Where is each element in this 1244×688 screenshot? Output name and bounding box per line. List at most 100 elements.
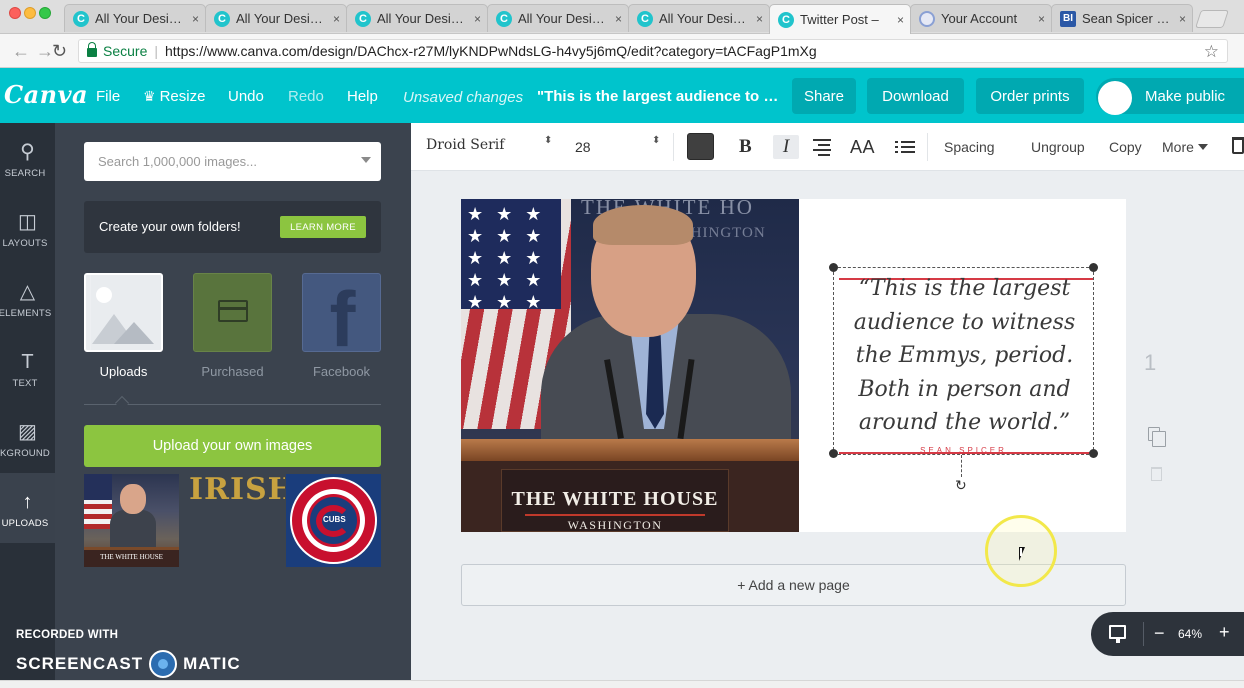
design-title[interactable]: "This is the largest audience to witness…	[537, 88, 781, 105]
uploaded-image-irish[interactable]: IRISH	[189, 473, 285, 507]
browser-tab[interactable]: Your Account ×	[910, 4, 1052, 32]
size-stepper-icon[interactable]: ⬍	[652, 136, 660, 146]
browser-tab[interactable]: BI Sean Spicer me ×	[1051, 4, 1193, 32]
rotate-icon[interactable]: ↻	[955, 477, 967, 494]
window-zoom-button[interactable]	[39, 7, 51, 19]
url-text[interactable]: https://www.canva.com/design/DAChcx-r27M…	[165, 43, 817, 59]
zoom-out-button[interactable]: −	[1154, 623, 1165, 644]
figure-hair	[593, 205, 693, 245]
chevron-down-icon[interactable]	[361, 157, 371, 163]
copy-button[interactable]: Copy	[1109, 139, 1142, 155]
window-close-button[interactable]	[9, 7, 21, 19]
download-button[interactable]: Download	[867, 78, 964, 114]
share-button[interactable]: Share	[792, 78, 856, 114]
spicer-photo[interactable]: ★ ★ ★ ★ ★ ★ ★ ★ ★ ★ ★ ★ ★ ★ ★ ★ ★ ★ THE …	[461, 199, 799, 532]
url-field[interactable]: Secure | https://www.canva.com/design/DA…	[78, 39, 1228, 63]
duplicate-page-icon[interactable]	[1148, 427, 1166, 447]
font-family-select[interactable]: Droid Serif	[426, 137, 504, 153]
folder-label-uploads[interactable]: Uploads	[84, 364, 163, 379]
editor-area: Droid Serif ⬍ 28 ⬍ B I AA Spacing Ungrou…	[411, 123, 1244, 688]
folder-facebook[interactable]: f	[302, 273, 381, 358]
order-prints-button[interactable]: Order prints	[976, 78, 1084, 114]
resize-handle[interactable]	[829, 263, 838, 272]
window-minimize-button[interactable]	[24, 7, 36, 19]
canva-logo[interactable]: Canva	[4, 80, 88, 109]
close-icon[interactable]: ×	[474, 12, 481, 26]
menu-file[interactable]: File	[96, 88, 120, 105]
divider	[84, 404, 381, 405]
recorder-watermark-top: RECORDED WITH	[16, 629, 119, 641]
bookmark-star-icon[interactable]: ☆	[1204, 42, 1219, 62]
podium-plaque: THE WHITE HOUSE WASHINGTON	[501, 469, 729, 532]
rail-item-search[interactable]: ⚲ SEARCH	[0, 123, 55, 193]
resize-handle[interactable]	[829, 449, 838, 458]
font-stepper-icon[interactable]: ⬍	[544, 136, 552, 146]
zoom-level[interactable]: 64%	[1178, 627, 1202, 641]
menu-help[interactable]: Help	[347, 88, 378, 105]
browser-tab[interactable]: C All Your Designs ×	[205, 4, 347, 32]
folder-purchased[interactable]	[193, 273, 272, 352]
image-search-input[interactable]: Search 1,000,000 images...	[84, 142, 381, 181]
text-color-swatch[interactable]	[687, 133, 714, 160]
upload-images-button[interactable]: Upload your own images	[84, 425, 381, 467]
resize-handle[interactable]	[1089, 449, 1098, 458]
new-tab-button[interactable]	[1195, 10, 1229, 28]
quote-text[interactable]: “This is the largest audience to witness…	[834, 272, 1095, 440]
close-icon[interactable]: ×	[615, 12, 622, 26]
resize-handle[interactable]	[1089, 263, 1098, 272]
learn-more-button[interactable]: LEARN MORE	[280, 216, 366, 238]
figure-body	[110, 510, 156, 550]
browser-tab[interactable]: C All Your Designs ×	[64, 4, 206, 32]
menu-resize[interactable]: ♛ Resize	[143, 88, 205, 105]
mouse-pointer-icon	[1019, 547, 1025, 561]
tab-label: All Your Designs	[377, 11, 468, 26]
present-icon[interactable]	[1109, 625, 1126, 643]
folder-label-purchased[interactable]: Purchased	[193, 364, 272, 379]
menu-resize-label: Resize	[159, 88, 206, 105]
zoom-in-button[interactable]: +	[1219, 622, 1230, 643]
close-icon[interactable]: ×	[1038, 12, 1045, 26]
browser-tab-active[interactable]: C Twitter Post – ×	[769, 4, 911, 34]
close-icon[interactable]: ×	[333, 12, 340, 26]
toggle-knob[interactable]	[1098, 81, 1132, 115]
browser-tab[interactable]: C All Your Designs ×	[346, 4, 488, 32]
close-icon[interactable]: ×	[192, 12, 199, 26]
uploaded-image-spicer[interactable]: THE WHITE HOUSE	[84, 474, 179, 567]
delete-page-icon[interactable]	[1151, 467, 1162, 481]
browser-tab[interactable]: C All Your Designs ×	[628, 4, 770, 32]
more-button[interactable]: More	[1162, 139, 1208, 155]
facebook-icon: f	[329, 275, 356, 363]
menu-redo[interactable]: Redo	[288, 88, 324, 105]
close-icon[interactable]: ×	[897, 13, 904, 27]
recorder-watermark: SCREENCAST MATIC	[16, 650, 241, 678]
italic-button[interactable]: I	[773, 135, 799, 159]
design-canvas[interactable]: ★ ★ ★ ★ ★ ★ ★ ★ ★ ★ ★ ★ ★ ★ ★ ★ ★ ★ THE …	[461, 199, 1126, 532]
font-size-input[interactable]: 28	[575, 139, 591, 155]
chevron-down-icon	[1197, 144, 1208, 150]
rail-item-uploads[interactable]: ↑ UPLOADS	[0, 473, 55, 543]
folder-label-facebook[interactable]: Facebook	[302, 364, 381, 379]
menu-undo[interactable]: Undo	[228, 88, 264, 105]
rail-item-background[interactable]: ▨ KGROUND	[0, 403, 55, 473]
bold-button[interactable]: B	[739, 135, 752, 159]
close-icon[interactable]: ×	[756, 12, 763, 26]
spacing-button[interactable]: Spacing	[944, 139, 995, 155]
align-center-icon[interactable]	[813, 135, 831, 159]
folder-uploads[interactable]	[84, 273, 163, 352]
rail-item-layouts[interactable]: ◫ LAYOUTS	[0, 193, 55, 263]
uploaded-image-cubs-logo[interactable]: CUBS	[286, 474, 381, 567]
side-nav-rail: ⚲ SEARCH ◫ LAYOUTS △ ELEMENTS T TEXT ▨ K…	[0, 123, 55, 688]
rail-item-text[interactable]: T TEXT	[0, 333, 55, 403]
browser-tab[interactable]: C All Your Designs ×	[487, 4, 629, 32]
reload-icon[interactable]: ↻	[52, 41, 67, 62]
list-icon[interactable]	[895, 135, 915, 159]
ungroup-button[interactable]: Ungroup	[1031, 139, 1085, 155]
secure-label: Secure	[103, 43, 148, 59]
back-arrow-icon[interactable]: ←	[12, 41, 30, 62]
trash-icon[interactable]	[1232, 137, 1244, 154]
quote-byline[interactable]: SEAN SPICER	[833, 446, 1094, 455]
rail-item-elements[interactable]: △ ELEMENTS	[0, 263, 55, 333]
text-case-button[interactable]: AA	[850, 135, 875, 159]
quote-text-box[interactable]: “This is the largest audience to witness…	[833, 267, 1094, 455]
close-icon[interactable]: ×	[1179, 12, 1186, 26]
